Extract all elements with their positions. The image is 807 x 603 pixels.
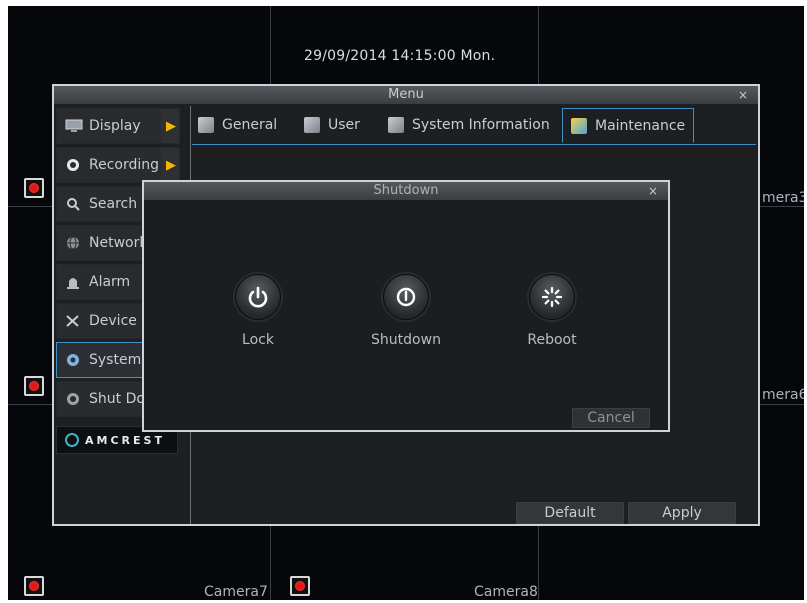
- menu-title: Menu: [388, 87, 424, 102]
- record-indicator-icon: [24, 178, 44, 198]
- record-indicator-icon: [24, 576, 44, 596]
- lock-power-icon[interactable]: [235, 274, 281, 320]
- sidebar-item-label: Search: [89, 196, 138, 212]
- tab-user[interactable]: User: [304, 108, 360, 142]
- camera-label: mera6: [762, 387, 804, 403]
- tab-label: General: [222, 117, 278, 133]
- action-label: Shutdown: [371, 332, 441, 348]
- menu-titlebar: Menu ×: [54, 86, 758, 104]
- power-icon: [65, 392, 83, 406]
- dialog-titlebar: Shutdown ×: [144, 182, 668, 200]
- clapper-icon: [571, 117, 587, 134]
- clapper-icon: [304, 117, 320, 133]
- alarm-icon: [65, 275, 83, 289]
- tab-label: System Information: [412, 117, 550, 133]
- logo-text: AMCREST: [85, 433, 165, 447]
- camera-label: mera3: [762, 190, 804, 206]
- sidebar-item-label: System: [89, 352, 142, 368]
- chevron-right-icon: ▶: [161, 109, 179, 143]
- sidebar-item-label: Recording: [89, 157, 160, 173]
- tab-bar: General User System Information Maintena…: [192, 108, 756, 145]
- cancel-button[interactable]: Cancel: [572, 408, 650, 428]
- close-icon[interactable]: ×: [648, 182, 658, 200]
- tab-maintenance[interactable]: Maintenance: [562, 108, 695, 143]
- action-label: Reboot: [527, 332, 577, 348]
- camera-label: Camera8: [474, 584, 538, 600]
- shutdown-icon[interactable]: [383, 274, 429, 320]
- osd-datetime: 29/09/2014 14:15:00 Mon.: [304, 48, 496, 64]
- monitor-icon: [65, 119, 83, 133]
- chevron-right-icon: ▶: [161, 148, 179, 182]
- dialog-title: Shutdown: [373, 183, 439, 198]
- tab-label: Maintenance: [595, 117, 686, 134]
- clapper-icon: [388, 117, 404, 133]
- reboot-icon[interactable]: [529, 274, 575, 320]
- lock-action[interactable]: Lock: [208, 274, 308, 348]
- sidebar-item-display[interactable]: Display ▶: [56, 108, 180, 144]
- shutdown-action[interactable]: Shutdown: [356, 274, 456, 348]
- gear-icon: [65, 353, 83, 367]
- apply-button[interactable]: Apply: [628, 502, 736, 524]
- clapper-icon: [198, 117, 214, 133]
- record-indicator-icon: [24, 376, 44, 396]
- record-icon: [65, 158, 83, 172]
- tab-label: User: [328, 117, 360, 133]
- sidebar-item-recording[interactable]: Recording ▶: [56, 147, 180, 183]
- close-icon[interactable]: ×: [738, 86, 748, 104]
- action-label: Lock: [242, 332, 274, 348]
- tools-icon: [65, 314, 83, 328]
- sidebar-item-label: Device: [89, 313, 137, 329]
- default-button[interactable]: Default: [516, 502, 624, 524]
- camera-label: Camera7: [204, 584, 268, 600]
- sidebar-item-label: Alarm: [89, 274, 131, 290]
- sidebar-item-label: Network: [89, 235, 148, 251]
- record-indicator-icon: [290, 576, 310, 596]
- network-icon: [65, 236, 83, 250]
- tab-general[interactable]: General: [198, 108, 277, 142]
- reboot-action[interactable]: Reboot: [502, 274, 602, 348]
- tab-system-information[interactable]: System Information: [388, 108, 550, 142]
- logo-icon: [65, 433, 79, 447]
- shutdown-dialog: Shutdown × Lock Shutdown Reboot Cancel: [142, 180, 670, 432]
- search-icon: [65, 197, 83, 211]
- sidebar-item-label: Display: [89, 118, 141, 134]
